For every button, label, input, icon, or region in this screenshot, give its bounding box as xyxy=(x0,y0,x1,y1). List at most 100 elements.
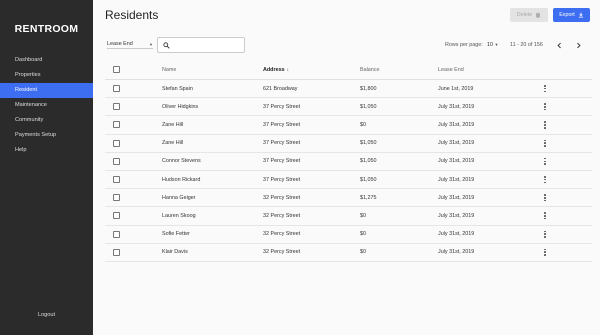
cell-balance: $1,275 xyxy=(360,194,377,201)
filter-select[interactable]: Lease End ▼ xyxy=(107,40,153,49)
cell-lease-end: July 31st, 2019 xyxy=(438,249,475,256)
cell-lease-end: July 31st, 2019 xyxy=(438,176,475,183)
delete-button[interactable]: Delete xyxy=(510,8,548,22)
chevron-down-icon: ▼ xyxy=(494,42,499,47)
cell-lease-end: July 31st, 2019 xyxy=(438,212,475,219)
row-checkbox[interactable] xyxy=(113,230,120,238)
cell-balance: $1,050 xyxy=(360,103,377,110)
more-options-icon[interactable] xyxy=(542,120,548,130)
row-checkbox[interactable] xyxy=(113,194,120,202)
cell-balance: $1,050 xyxy=(360,176,377,183)
cell-lease-end: July 31st, 2019 xyxy=(438,121,475,128)
more-options-icon[interactable] xyxy=(542,102,548,112)
table-header-row: Name Address ↓ Balance Lease End xyxy=(105,60,592,80)
table-row[interactable]: Klair Davis 32 Percy Street $0 July 31st, 2… xyxy=(105,244,592,262)
row-checkbox[interactable] xyxy=(113,212,120,220)
cell-balance: $0 xyxy=(360,249,366,256)
column-header-balance[interactable]: Balance xyxy=(360,60,379,79)
cell-balance: $0 xyxy=(360,212,366,219)
cell-lease-end: July 31st, 2019 xyxy=(438,194,475,201)
row-checkbox[interactable] xyxy=(113,157,120,165)
select-all-checkbox[interactable] xyxy=(113,66,120,73)
logout-link[interactable]: Logout xyxy=(0,312,93,318)
row-checkbox[interactable] xyxy=(113,176,120,184)
table-row[interactable]: Stefan Spain 621 Broadway $1,800 June 1st, … xyxy=(105,80,592,99)
export-button-label: Export xyxy=(559,12,575,18)
cell-address: 32 Percy Street xyxy=(263,194,301,201)
previous-page-button[interactable] xyxy=(553,38,565,52)
more-options-icon[interactable] xyxy=(542,175,548,185)
row-checkbox[interactable] xyxy=(113,121,120,129)
table-row[interactable]: Hudson Rickard 37 Percy Street $1,050 July … xyxy=(105,171,592,190)
cell-name: Zane Hill xyxy=(162,140,184,147)
filter-select-value: Lease End xyxy=(107,41,133,47)
chevron-down-icon: ▼ xyxy=(149,41,153,47)
more-options-icon[interactable] xyxy=(542,84,548,94)
row-checkbox[interactable] xyxy=(113,248,120,256)
more-options-icon[interactable] xyxy=(542,229,548,239)
column-header-lease-end[interactable]: Lease End xyxy=(438,60,464,79)
page-title: Residents xyxy=(105,8,159,22)
cell-name: Hudson Rickard xyxy=(162,176,201,183)
cell-address: 32 Percy Street xyxy=(263,249,301,256)
sidebar-item-properties[interactable]: Properties xyxy=(0,68,93,83)
search-input[interactable] xyxy=(174,42,242,48)
app-logo: RENTROOM xyxy=(14,23,79,35)
sidebar-item-help[interactable]: Help xyxy=(0,143,93,158)
cell-name: Stefan Spain xyxy=(162,85,193,92)
more-options-icon[interactable] xyxy=(542,211,548,221)
row-checkbox[interactable] xyxy=(113,103,120,111)
column-header-address[interactable]: Address ↓ xyxy=(263,60,289,79)
cell-balance: $1,800 xyxy=(360,85,377,92)
search-icon xyxy=(163,41,170,49)
row-checkbox[interactable] xyxy=(113,85,120,93)
cell-lease-end: July 31st, 2019 xyxy=(438,158,475,165)
cell-address: 37 Percy Street xyxy=(263,158,301,165)
cell-address: 32 Percy Street xyxy=(263,231,301,238)
sidebar-item-payments-setup[interactable]: Payments Setup xyxy=(0,128,93,143)
rows-per-page-label: Rows per page: xyxy=(445,42,483,48)
residents-table: Name Address ↓ Balance Lease End Stefan … xyxy=(105,60,592,262)
cell-address: 621 Broadway xyxy=(263,85,298,92)
trash-icon xyxy=(536,12,541,18)
cell-address: 32 Percy Street xyxy=(263,212,301,219)
sidebar-item-community[interactable]: Community xyxy=(0,113,93,128)
table-row[interactable]: Zane Hill 37 Percy Street $0 July 31st, 201… xyxy=(105,116,592,135)
chevron-right-icon xyxy=(576,42,581,48)
cell-name: Hanna Geiger xyxy=(162,194,196,201)
cell-balance: $0 xyxy=(360,231,366,238)
more-options-icon[interactable] xyxy=(542,138,548,148)
column-header-address-label: Address xyxy=(263,66,285,73)
cell-name: Oliver Hidgkins xyxy=(162,103,199,110)
table-row[interactable]: Hanna Geiger 32 Percy Street $1,275 July 31… xyxy=(105,189,592,208)
cell-name: Sofie Fetter xyxy=(162,231,190,238)
delete-button-label: Delete xyxy=(516,12,533,18)
cell-address: 37 Percy Street xyxy=(263,140,301,147)
search-box[interactable] xyxy=(157,37,245,53)
cell-address: 37 Percy Street xyxy=(263,103,301,110)
sidebar-item-maintenance[interactable]: Maintenance xyxy=(0,98,93,113)
row-checkbox[interactable] xyxy=(113,139,120,147)
cell-lease-end: July 31st, 2019 xyxy=(438,140,475,147)
next-page-button[interactable] xyxy=(572,38,584,52)
sidebar-item-resident[interactable]: Resident xyxy=(0,83,93,98)
sidebar: RENTROOM Dashboard Properties Resident M… xyxy=(0,0,93,335)
more-options-icon[interactable] xyxy=(542,156,548,166)
cell-name: Connor Stevens xyxy=(162,158,201,165)
more-options-icon[interactable] xyxy=(542,247,548,257)
cell-lease-end: July 31st, 2019 xyxy=(438,231,475,238)
sidebar-item-dashboard[interactable]: Dashboard xyxy=(0,53,93,68)
column-header-name[interactable]: Name xyxy=(162,60,176,79)
table-row[interactable]: Oliver Hidgkins 37 Percy Street $1,050 July… xyxy=(105,98,592,117)
export-button[interactable]: Export xyxy=(553,8,590,22)
more-options-icon[interactable] xyxy=(542,193,548,203)
table-row[interactable]: Sofie Fetter 32 Percy Street $0 July 31st, … xyxy=(105,226,592,244)
table-row[interactable]: Zane Hill 37 Percy Street $1,050 July 31st,… xyxy=(105,135,592,153)
cell-balance: $0 xyxy=(360,121,366,128)
table-row[interactable]: Connor Stevens 37 Percy Street $1,050 July … xyxy=(105,153,592,171)
table-body: Stefan Spain 621 Broadway $1,800 June 1st, … xyxy=(105,80,592,262)
rows-per-page-select[interactable]: 10 ▼ xyxy=(487,42,498,48)
table-row[interactable]: Lauren Skoog 32 Percy Street $0 July 31st, … xyxy=(105,207,592,226)
chevron-left-icon xyxy=(556,42,561,48)
sort-arrow-down-icon: ↓ xyxy=(286,66,290,73)
